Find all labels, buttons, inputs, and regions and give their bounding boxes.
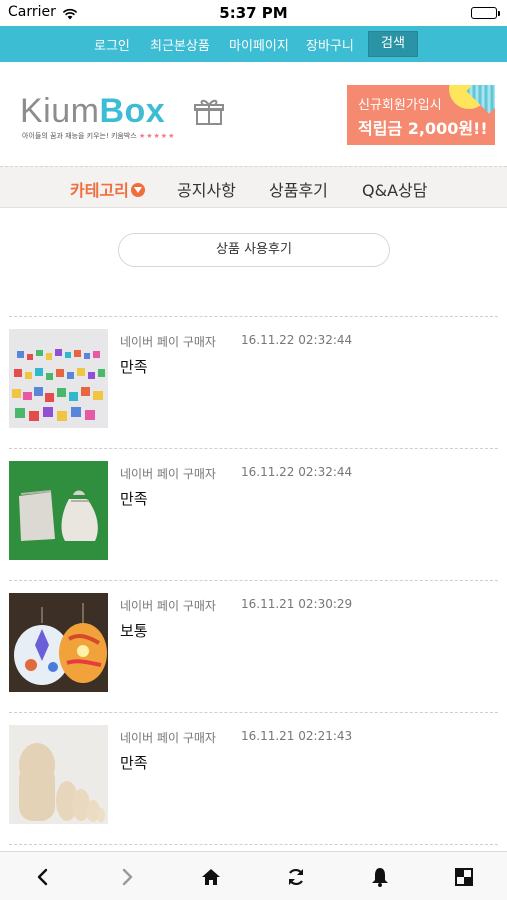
- battery-icon: [471, 7, 500, 19]
- divider: [9, 844, 498, 845]
- category-nav: 카테고리 공지사항 상품후기 Q&A상담: [0, 166, 507, 208]
- banner-line2: 적립금 2,000원!!: [358, 119, 488, 138]
- review-thumbnail[interactable]: [9, 461, 108, 560]
- section-title-pill: 상품 사용후기: [118, 233, 390, 267]
- login-link[interactable]: 로그인: [94, 35, 130, 54]
- review-date: 16.11.22 02:32:44: [241, 465, 353, 479]
- search-button[interactable]: 검색: [368, 31, 418, 57]
- review-title[interactable]: 만족: [120, 488, 148, 509]
- review-date: 16.11.21 02:30:29: [241, 597, 353, 611]
- divider: [9, 580, 498, 581]
- review-title[interactable]: 만족: [120, 752, 148, 773]
- my-page-link[interactable]: 마이페이지: [229, 35, 289, 54]
- divider: [9, 448, 498, 449]
- review-item[interactable]: 네이버 페이 구매자 16.11.22 02:32:44 만족: [0, 448, 507, 580]
- refresh-icon[interactable]: [283, 864, 309, 890]
- review-date: 16.11.21 02:21:43: [241, 729, 353, 743]
- divider: [9, 712, 498, 713]
- nav-category[interactable]: 카테고리: [70, 177, 145, 201]
- review-thumbnail[interactable]: [9, 725, 108, 824]
- bottom-toolbar: [0, 851, 507, 900]
- review-author: 네이버 페이 구매자: [120, 335, 216, 349]
- review-author: 네이버 페이 구매자: [120, 599, 216, 613]
- kiumbox-logo[interactable]: KiumBox 아이들의 꿈과 재능을 키우는! 키움박스 ★★★★★: [20, 94, 226, 144]
- clock: 5:37 PM: [219, 4, 288, 22]
- review-item[interactable]: 네이버 페이 구매자 16.11.21 02:30:29 보통: [0, 580, 507, 712]
- back-icon[interactable]: [30, 864, 56, 890]
- logo-wordmark: KiumBox: [20, 92, 166, 130]
- status-bar: Carrier 5:37 PM: [0, 0, 507, 26]
- review-author: 네이버 페이 구매자: [120, 467, 216, 481]
- bell-icon[interactable]: [367, 864, 393, 890]
- review-date: 16.11.22 02:32:44: [241, 333, 353, 347]
- review-thumbnail[interactable]: [9, 593, 108, 692]
- logo-tagline: 아이들의 꿈과 재능을 키우는! 키움박스 ★★★★★: [22, 132, 176, 140]
- gift-box-icon: [194, 98, 224, 130]
- review-title[interactable]: 보통: [120, 620, 148, 641]
- review-author: 네이버 페이 구매자: [120, 731, 216, 745]
- nav-notice[interactable]: 공지사항: [177, 177, 236, 201]
- chevron-down-icon: [130, 183, 145, 197]
- review-item[interactable]: 네이버 페이 구매자 16.11.22 02:32:44 만족: [0, 316, 507, 448]
- grid-icon[interactable]: [451, 864, 477, 890]
- signup-promo-banner[interactable]: 신규회원가입시 적립금 2,000원!!: [347, 85, 495, 145]
- banner-line1: 신규회원가입시: [358, 98, 442, 113]
- nav-qa[interactable]: Q&A상담: [362, 177, 427, 201]
- home-icon[interactable]: [198, 864, 224, 890]
- review-thumbnail[interactable]: [9, 329, 108, 428]
- forward-icon[interactable]: [114, 864, 140, 890]
- cart-link[interactable]: 장바구니: [306, 35, 354, 54]
- review-item[interactable]: 네이버 페이 구매자 16.11.21 02:21:43 만족: [0, 712, 507, 844]
- nav-reviews[interactable]: 상품후기: [269, 177, 328, 201]
- top-menu-bar: 로그인 최근본상품 마이페이지 장바구니 검색: [0, 26, 507, 62]
- recent-items-link[interactable]: 최근본상품: [150, 35, 210, 54]
- review-title[interactable]: 만족: [120, 356, 148, 377]
- divider: [9, 316, 498, 317]
